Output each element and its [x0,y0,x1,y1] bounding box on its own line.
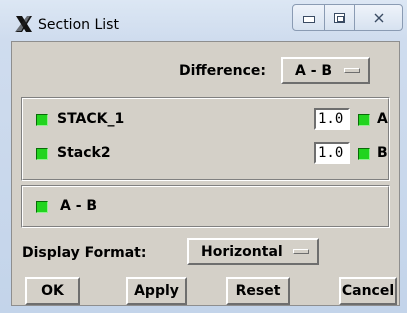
stack-list-group: STACK_1 A Stack2 B [21,97,390,181]
stack-2-slot-toggle[interactable] [358,148,370,160]
stack-2-label: Stack2 [57,145,111,161]
reset-button[interactable]: Reset [226,277,290,305]
minimize-icon [302,16,315,23]
difference-label: Difference: [179,63,267,79]
difference-option-menu[interactable]: A - B [281,57,370,84]
restore-icon [334,12,345,23]
stack-1-slot-toggle[interactable] [358,114,370,126]
apply-button[interactable]: Apply [126,277,187,305]
stack-2-slot-label: B [377,145,388,161]
close-button[interactable] [355,5,402,30]
cancel-button[interactable]: Cancel [339,277,397,305]
difference-selected-value: A - B [295,62,333,79]
display-format-label: Display Format: [22,245,147,261]
minimize-button[interactable] [293,5,325,30]
option-menu-indicator-icon [344,68,360,73]
window-title: Section List [38,17,119,33]
ok-button[interactable]: OK [25,277,80,305]
display-format-option-menu[interactable]: Horizontal [187,238,319,265]
caption-buttons [292,4,403,31]
dialog-body: Difference: A - B STACK_1 A Stack2 B A -… [11,41,400,306]
x-app-icon [15,16,32,32]
window-frame: Section List Difference: A - B STACK_1 1… [0,0,407,313]
difference-toggle[interactable] [36,201,48,213]
maximize-button[interactable] [325,5,355,30]
stack-1-weight-field[interactable] [314,108,350,130]
option-menu-indicator-icon [293,249,309,254]
close-icon [374,13,383,22]
stack-1-label: STACK_1 [57,111,125,127]
difference-group: A - B [21,185,390,228]
stack-2-toggle[interactable] [36,148,48,160]
stack-1-toggle[interactable] [36,114,48,126]
stack-2-weight-field[interactable] [314,142,350,164]
stack-1-slot-label: A [377,111,388,127]
difference-entry-label: A - B [60,198,98,214]
display-format-selected-value: Horizontal [201,243,283,260]
title-bar[interactable]: Section List [0,0,407,41]
